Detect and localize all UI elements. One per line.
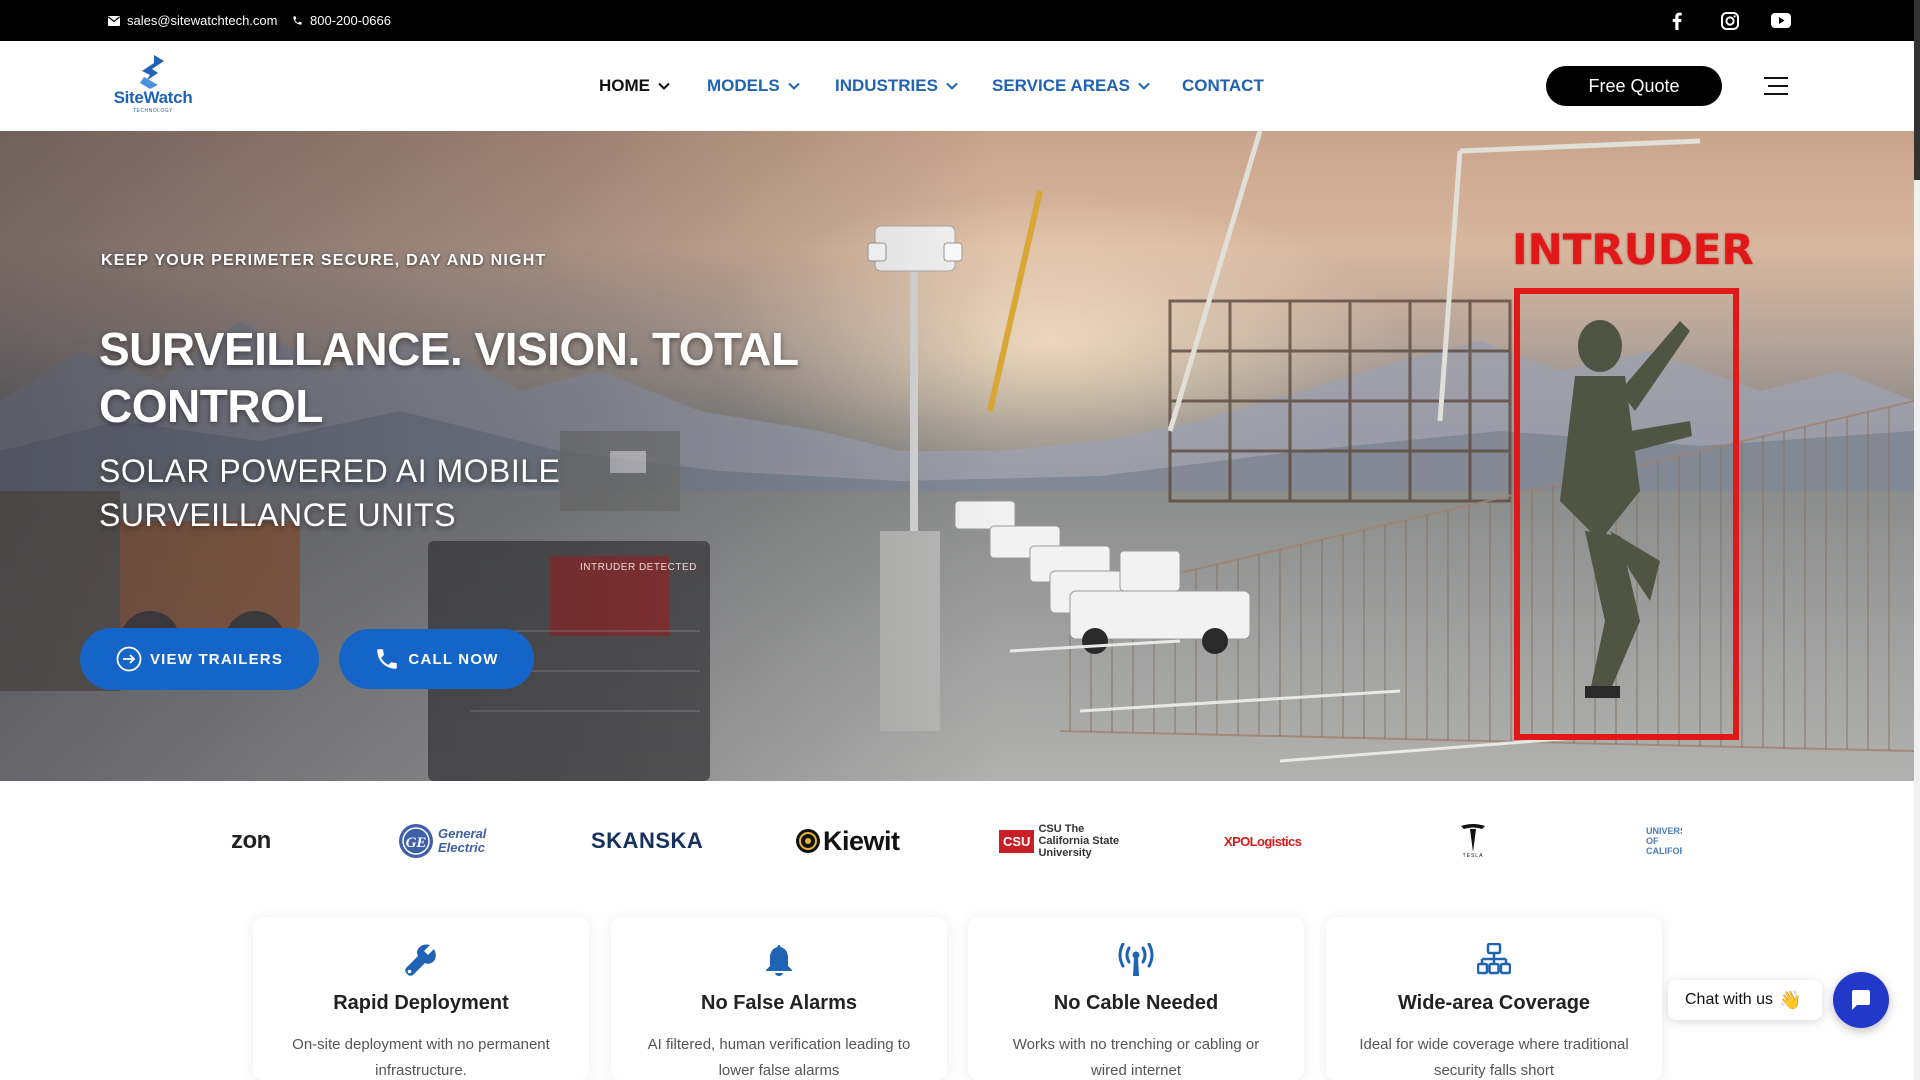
brand-uc: UNIVERSITY OF CALIFORNIA — [1646, 819, 1682, 863]
feature-card-wide-area-coverage: Wide-area Coverage Ideal for wide covera… — [1326, 917, 1662, 1080]
nav-models-label: MODELS — [707, 76, 780, 95]
envelope-icon — [108, 15, 120, 26]
waving-hand-icon: 👋 — [1779, 989, 1802, 1010]
brand-kiewit-text: Kiewit — [823, 825, 900, 856]
brand-csu: CSU CSU The California State University — [999, 819, 1128, 863]
nav-industries-label: INDUSTRIES — [835, 76, 938, 95]
hero-kicker: KEEP YOUR PERIMETER SECURE, DAY AND NIGH… — [101, 252, 547, 269]
chat-bubble-icon — [1852, 990, 1870, 1010]
brand-kiewit: Kiewit — [795, 819, 900, 863]
hero-subtitle: SOLAR POWERED AI MOBILE SURVEILLANCE UNI… — [99, 453, 561, 533]
nav-models[interactable]: MODELS — [707, 76, 800, 96]
feature-title: Wide-area Coverage — [1397, 992, 1591, 1014]
phone-link[interactable]: 800-200-0666 — [292, 0, 391, 41]
brand-skanska: SKANSKA — [591, 819, 703, 863]
feature-description: Works with no trenching or cabling or wi… — [1012, 1036, 1260, 1079]
feature-card-no-cable-needed: No Cable Needed Works with no trenching … — [968, 917, 1304, 1080]
phone-icon — [293, 16, 302, 25]
phone-icon — [377, 649, 398, 669]
view-trailers-button[interactable]: VIEW TRAILERS — [80, 628, 319, 690]
youtube-icon — [1771, 13, 1791, 28]
nav-service-areas-label: SERVICE AREAS — [992, 76, 1130, 95]
brand-amazon-text: zon — [231, 827, 271, 854]
facebook-icon — [1672, 12, 1682, 30]
instagram-link[interactable] — [1721, 0, 1739, 41]
feature-description: AI filtered, human verification leading … — [647, 1036, 911, 1079]
brand-tesla-text: TESLA — [1462, 853, 1484, 859]
screen-label: INTRUDER DETECTED — [580, 562, 697, 573]
call-now-button[interactable]: CALL NOW — [339, 629, 534, 689]
chat-button[interactable] — [1833, 972, 1889, 1028]
tesla-logo-icon — [1461, 824, 1485, 852]
nav-contact-label: CONTACT — [1182, 76, 1264, 95]
site-logo[interactable]: SiteWatch TECHNOLOGY — [106, 55, 200, 117]
scrollbar-thumb[interactable] — [1914, 0, 1920, 180]
chat-label-text: Chat with us — [1685, 991, 1774, 1008]
svg-text:GE: GE — [406, 835, 427, 851]
antenna-icon — [1118, 943, 1154, 976]
wrench-icon — [405, 944, 436, 976]
chat-prompt[interactable]: Chat with us 👋 — [1668, 980, 1822, 1020]
sitewatch-logo-icon — [140, 55, 164, 89]
nav-home-label: HOME — [599, 76, 650, 95]
intruder-label: INTRUDER — [1512, 225, 1754, 274]
brand-ge-text: General Electric — [438, 826, 487, 855]
brand-uc-text: UNIVERSITY OF CALIFORNIA — [1646, 826, 1682, 856]
logo-subtext: TECHNOLOGY — [132, 108, 173, 114]
view-trailers-label: VIEW TRAILERS — [149, 650, 284, 668]
brand-tesla: TESLA — [1459, 819, 1487, 863]
youtube-link[interactable] — [1771, 0, 1791, 41]
brand-amazon: zon — [231, 819, 271, 863]
hamburger-menu-icon[interactable] — [1762, 74, 1790, 98]
chevron-down-icon — [1138, 82, 1150, 90]
facebook-link[interactable] — [1672, 0, 1682, 41]
network-icon — [1477, 943, 1511, 975]
chevron-down-icon — [658, 82, 670, 90]
feature-description: Ideal for wide coverage where traditiona… — [1359, 1036, 1629, 1079]
brand-xpo: XPOLogistics — [1224, 819, 1302, 863]
nav-industries[interactable]: INDUSTRIES — [835, 76, 958, 96]
call-now-label: CALL NOW — [408, 650, 499, 668]
logo-text: SiteWatch — [113, 88, 193, 107]
feature-card-no-false-alarms: No False Alarms AI filtered, human verif… — [611, 917, 947, 1080]
site-header: SiteWatch TECHNOLOGY HOME MODELS INDUSTR… — [0, 41, 1914, 131]
csu-badge: CSU — [999, 829, 1035, 853]
feature-title: Rapid Deployment — [333, 992, 509, 1014]
brand-general-electric: GE General Electric — [398, 819, 488, 863]
hero-title: SURVEILLANCE. VISION. TOTAL CONTROL — [99, 323, 798, 432]
arrow-circle-icon — [116, 646, 142, 672]
chevron-down-icon — [946, 82, 958, 90]
bell-icon — [766, 945, 792, 976]
nav-contact[interactable]: CONTACT — [1182, 76, 1264, 96]
top-bar: sales@sitewatchtech.com 800-200-0666 — [0, 0, 1914, 41]
phone-text: 800-200-0666 — [310, 13, 391, 28]
brand-skanska-text: SKANSKA — [591, 828, 704, 853]
feature-card-rapid-deployment: Rapid Deployment On-site deployment with… — [253, 917, 589, 1080]
instagram-icon — [1721, 11, 1739, 30]
brand-csu-text: CSU The California State University — [1038, 823, 1120, 859]
kiewit-logo-icon — [796, 829, 820, 853]
client-logos: zon GE General Electric SKANSKA Kiewit C… — [0, 781, 1914, 901]
email-link[interactable]: sales@sitewatchtech.com — [108, 0, 277, 41]
nav-home[interactable]: HOME — [599, 76, 670, 96]
free-quote-button[interactable]: Free Quote — [1546, 66, 1722, 106]
hero-banner: INTRUDER INTRUDER DETECTED KEEP YOUR PER… — [0, 131, 1914, 781]
brand-xpo-text: XPOLogistics — [1224, 833, 1302, 849]
ge-logo-icon: GE — [399, 824, 433, 858]
nav-service-areas[interactable]: SERVICE AREAS — [992, 76, 1150, 96]
feature-description: On-site deployment with no permanent inf… — [292, 1036, 550, 1079]
feature-title: No Cable Needed — [1053, 992, 1219, 1014]
chevron-down-icon — [788, 82, 800, 90]
page-scrollbar[interactable] — [1914, 0, 1920, 1080]
feature-title: No False Alarms — [701, 992, 857, 1014]
email-text: sales@sitewatchtech.com — [127, 13, 278, 28]
